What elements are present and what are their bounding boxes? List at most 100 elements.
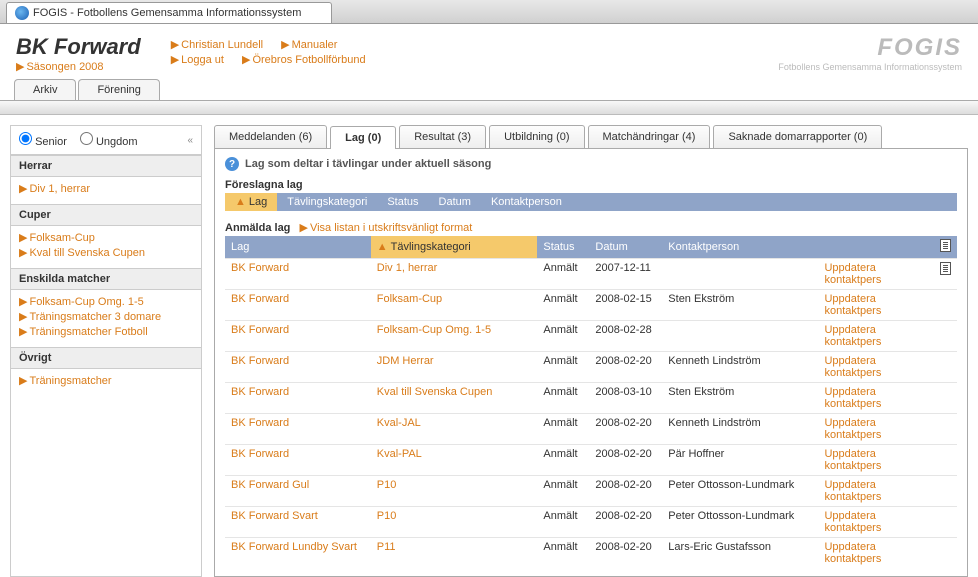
sidebar-section-herrar: Herrar: [11, 155, 201, 177]
update-contact-link[interactable]: Uppdatera kontaktpers: [824, 417, 881, 441]
col-tavling[interactable]: Tävlingskategori: [277, 193, 377, 211]
sidebar-item[interactable]: ▶Träningsmatcher Fotboll: [19, 324, 193, 339]
th-status[interactable]: Status: [537, 236, 589, 259]
team-link[interactable]: BK Forward Gul: [231, 479, 309, 491]
manuals-link[interactable]: Manualer: [292, 39, 338, 51]
col-status[interactable]: Status: [377, 193, 428, 211]
sidebar-item[interactable]: ▶Träningsmatcher 3 domare: [19, 309, 193, 324]
contact-cell: Kenneth Lindström: [662, 352, 818, 383]
user-link[interactable]: Christian Lundell: [181, 39, 263, 51]
contact-cell: Pär Hoffner: [662, 445, 818, 476]
competition-link[interactable]: JDM Herrar: [377, 355, 434, 367]
federation-link[interactable]: Örebros Fotbollförbund: [252, 54, 365, 66]
tab-arkiv[interactable]: Arkiv: [14, 79, 76, 100]
update-contact-link[interactable]: Uppdatera kontaktpers: [824, 386, 881, 410]
date-cell: 2007-12-11: [589, 259, 662, 290]
sidebar-item-link[interactable]: Folksam-Cup Omg. 1-5: [29, 296, 143, 308]
th-kontakt[interactable]: Kontaktperson: [662, 236, 818, 259]
date-cell: 2008-02-28: [589, 321, 662, 352]
date-cell: 2008-02-20: [589, 476, 662, 507]
status-cell: Anmält: [537, 476, 589, 507]
team-link[interactable]: BK Forward: [231, 448, 289, 460]
tab-lag[interactable]: Lag (0): [330, 126, 396, 149]
sidebar-item[interactable]: ▶Träningsmatcher: [19, 373, 193, 388]
status-cell: Anmält: [537, 507, 589, 538]
table-row: BK Forward Gul P10 Anmält2008-02-20Peter O…: [225, 476, 957, 507]
fogis-logo: FOGIS Fotbollens Gemensamma Informations…: [778, 34, 962, 72]
team-link[interactable]: BK Forward: [231, 324, 289, 336]
sidebar-item[interactable]: ▶Folksam-Cup Omg. 1-5: [19, 294, 193, 309]
team-link[interactable]: BK Forward: [231, 417, 289, 429]
date-cell: 2008-02-20: [589, 538, 662, 569]
table-row: BK ForwardDiv 1, herrarAnmält2007-12-11U…: [225, 259, 957, 290]
sidebar-section-ovrigt: Övrigt: [11, 347, 201, 369]
date-cell: 2008-02-20: [589, 352, 662, 383]
update-contact-link[interactable]: Uppdatera kontaktpers: [824, 355, 881, 379]
competition-link[interactable]: Kval till Svenska Cupen: [377, 386, 493, 398]
team-link[interactable]: BK Forward: [231, 386, 289, 398]
sort-icon: ▲: [235, 196, 246, 208]
season-link[interactable]: Säsongen 2008: [26, 61, 103, 73]
competition-link[interactable]: Kval-PAL: [377, 448, 422, 460]
col-kontakt[interactable]: Kontaktperson: [481, 193, 572, 211]
tab-matchandringar[interactable]: Matchändringar (4): [588, 125, 711, 148]
update-contact-link[interactable]: Uppdatera kontaktpers: [824, 293, 881, 317]
team-link[interactable]: BK Forward Svart: [231, 510, 318, 522]
th-tavling[interactable]: ▲Tävlingskategori: [371, 236, 538, 259]
sidebar-item-link[interactable]: Div 1, herrar: [29, 183, 90, 195]
sidebar-radio-group: Senior Ungdom «: [11, 126, 201, 155]
competition-link[interactable]: P10: [377, 479, 397, 491]
status-cell: Anmält: [537, 414, 589, 445]
sidebar-item[interactable]: ▶Folksam-Cup: [19, 230, 193, 245]
sidebar-item-link[interactable]: Träningsmatcher: [29, 375, 111, 387]
sidebar-section-cuper: Cuper: [11, 204, 201, 226]
contact-cell: Lars-Eric Gustafsson: [662, 538, 818, 569]
update-contact-link[interactable]: Uppdatera kontaktpers: [824, 324, 881, 348]
team-link[interactable]: BK Forward: [231, 262, 289, 274]
update-contact-link[interactable]: Uppdatera kontaktpers: [824, 479, 881, 503]
competition-link[interactable]: Div 1, herrar: [377, 262, 438, 274]
competition-link[interactable]: P11: [377, 541, 396, 553]
update-contact-link[interactable]: Uppdatera kontaktpers: [824, 448, 881, 472]
sidebar-item-link[interactable]: Kval till Svenska Cupen: [29, 247, 145, 259]
team-link[interactable]: BK Forward: [231, 293, 289, 305]
th-lag[interactable]: Lag: [225, 236, 371, 259]
team-link[interactable]: BK Forward Lundby Svart: [231, 541, 357, 553]
tab-forening[interactable]: Förening: [78, 79, 159, 100]
document-icon[interactable]: [940, 262, 951, 275]
browser-tab-bar: FOGIS - Fotbollens Gemensamma Informatio…: [0, 0, 978, 24]
competition-link[interactable]: Folksam-Cup: [377, 293, 442, 305]
radio-senior[interactable]: Senior: [19, 136, 67, 148]
radio-ungdom[interactable]: Ungdom: [80, 136, 138, 148]
competition-link[interactable]: Kval-JAL: [377, 417, 421, 429]
print-friendly-link[interactable]: Visa listan i utskriftsvänligt format: [310, 222, 472, 234]
header-links: ▶Christian Lundell ▶Manualer ▶Logga ut ▶…: [171, 38, 366, 66]
contact-cell: Peter Ottosson-Lundmark: [662, 476, 818, 507]
col-datum[interactable]: Datum: [429, 193, 481, 211]
tab-utbildning[interactable]: Utbildning (0): [489, 125, 584, 148]
table-row: BK ForwardKval-JALAnmält2008-02-20Kennet…: [225, 414, 957, 445]
competition-link[interactable]: P10: [377, 510, 397, 522]
update-contact-link[interactable]: Uppdatera kontaktpers: [824, 510, 881, 534]
radio-ungdom-input[interactable]: [80, 132, 93, 145]
sidebar-item-link[interactable]: Träningsmatcher Fotboll: [29, 326, 147, 338]
sidebar-item[interactable]: ▶Div 1, herrar: [19, 181, 193, 196]
sidebar-item-link[interactable]: Folksam-Cup: [29, 232, 94, 244]
radio-senior-input[interactable]: [19, 132, 32, 145]
tab-meddelanden[interactable]: Meddelanden (6): [214, 125, 327, 148]
tab-resultat[interactable]: Resultat (3): [399, 125, 486, 148]
team-link[interactable]: BK Forward: [231, 355, 289, 367]
arrow-icon: ▶: [19, 247, 27, 259]
competition-link[interactable]: Folksam-Cup Omg. 1-5: [377, 324, 491, 336]
logout-link[interactable]: Logga ut: [181, 54, 224, 66]
th-datum[interactable]: Datum: [589, 236, 662, 259]
update-contact-link[interactable]: Uppdatera kontaktpers: [824, 541, 881, 565]
col-lag[interactable]: ▲Lag: [225, 193, 277, 211]
browser-tab[interactable]: FOGIS - Fotbollens Gemensamma Informatio…: [6, 2, 332, 23]
collapse-sidebar-icon[interactable]: «: [187, 135, 193, 146]
sidebar-item-link[interactable]: Träningsmatcher 3 domare: [29, 311, 161, 323]
registered-teams-table: Lag ▲Tävlingskategori Status Datum Konta…: [225, 236, 957, 568]
update-contact-link[interactable]: Uppdatera kontaktpers: [824, 262, 881, 286]
tab-saknade[interactable]: Saknade domarrapporter (0): [713, 125, 882, 148]
sidebar-item[interactable]: ▶Kval till Svenska Cupen: [19, 245, 193, 260]
